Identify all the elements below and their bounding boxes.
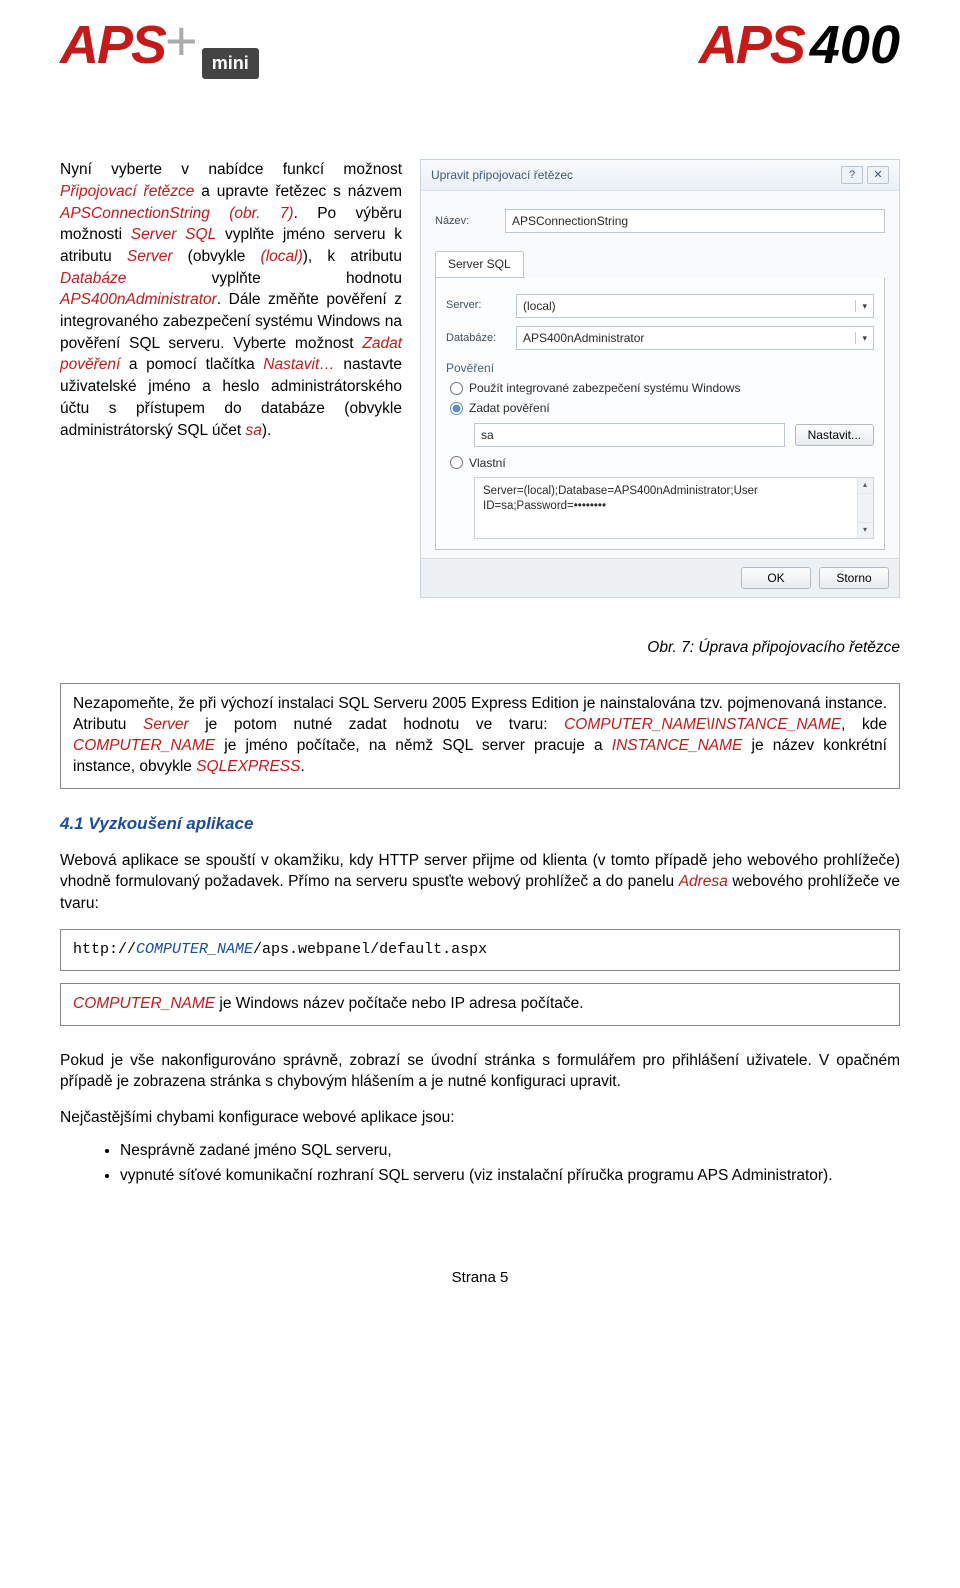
scroll-up-icon[interactable]: ▴ xyxy=(857,478,873,494)
url-code-box: http://COMPUTER_NAME/aps.webpanel/defaul… xyxy=(60,929,900,971)
radio-windows-auth-label: Použít integrované zabezpečení systému W… xyxy=(469,380,740,396)
url-suffix: /aps.webpanel/default.aspx xyxy=(253,941,487,958)
help-button[interactable]: ? xyxy=(841,166,863,184)
intro-paragraph: Nyní vyberte v nabídce funkcí možnost Př… xyxy=(60,159,402,441)
radio-windows-auth[interactable] xyxy=(450,382,463,395)
logo-mini-badge: mini xyxy=(202,48,259,79)
database-combo[interactable]: APS400nAdministrator ▾ xyxy=(516,326,874,350)
scroll-down-icon[interactable]: ▾ xyxy=(857,522,873,538)
logo-aps-400: APS 400 xyxy=(699,24,900,67)
database-value: APS400nAdministrator xyxy=(523,330,644,346)
page-number: Strana 5 xyxy=(60,1268,900,1288)
dialog-titlebar: Upravit připojovací řetězec ? ✕ xyxy=(421,160,899,191)
conn-line-1: Server=(local);Database=APS400nAdministr… xyxy=(483,485,758,497)
radio-set-credentials[interactable] xyxy=(450,402,463,415)
credentials-section-title: Pověření xyxy=(446,360,874,376)
figure-caption: Obr. 7: Úprava připojovacího řetězce xyxy=(60,638,900,659)
computer-name-note: COMPUTER_NAME je Windows název počítače … xyxy=(60,983,900,1026)
server-value: (local) xyxy=(523,298,556,314)
connection-string-dialog: Upravit připojovací řetězec ? ✕ Název: A… xyxy=(420,159,900,598)
server-combo[interactable]: (local) ▾ xyxy=(516,294,874,318)
section-4-1-heading: 4.1 Vyzkoušení aplikace xyxy=(60,813,900,836)
tab-server-sql[interactable]: Server SQL xyxy=(435,251,524,277)
username-input[interactable]: sa xyxy=(474,423,785,447)
logo-aps-text: APS xyxy=(60,24,165,67)
success-failure-paragraph: Pokud je vše nakonfigurováno správně, zo… xyxy=(60,1050,900,1093)
ok-button[interactable]: OK xyxy=(741,567,811,589)
error-list: Nesprávně zadané jméno SQL serveru, vypn… xyxy=(120,1139,900,1189)
logo-aps-mini: APS + mini xyxy=(60,24,259,79)
server-label: Server: xyxy=(446,298,508,313)
url-computer-name: COMPUTER_NAME xyxy=(136,941,253,958)
close-button[interactable]: ✕ xyxy=(867,166,889,184)
list-item: vypnuté síťové komunikační rozhraní SQL … xyxy=(120,1164,900,1189)
chevron-down-icon: ▾ xyxy=(855,332,867,344)
connection-string-textarea[interactable]: Server=(local);Database=APS400nAdministr… xyxy=(474,477,874,539)
logo-400-text: 400 xyxy=(810,24,900,67)
instance-note-box: Nezapomeňte, že při výchozí instalaci SQ… xyxy=(60,683,900,789)
database-label: Databáze: xyxy=(446,331,508,346)
name-input[interactable]: APSConnectionString xyxy=(505,209,885,233)
app-test-paragraph: Webová aplikace se spouští v okamžiku, k… xyxy=(60,850,900,915)
dialog-title-text: Upravit připojovací řetězec xyxy=(431,167,573,183)
page-header: APS + mini APS 400 xyxy=(60,0,900,159)
conn-line-2: ID=sa;Password=•••••••• xyxy=(483,500,606,512)
name-label: Název: xyxy=(435,214,497,229)
logo-aps-text-r: APS xyxy=(699,24,804,67)
radio-set-credentials-label: Zadat pověření xyxy=(469,400,550,416)
radio-custom[interactable] xyxy=(450,456,463,469)
list-item: Nesprávně zadané jméno SQL serveru, xyxy=(120,1139,900,1164)
radio-custom-label: Vlastní xyxy=(469,455,506,471)
common-errors-intro: Nejčastějšími chybami konfigurace webové… xyxy=(60,1107,900,1129)
chevron-down-icon: ▾ xyxy=(855,300,867,312)
set-credentials-button[interactable]: Nastavit... xyxy=(795,424,874,446)
plus-icon: + xyxy=(165,24,198,58)
scrollbar[interactable]: ▴ ▾ xyxy=(857,478,873,538)
url-prefix: http:// xyxy=(73,941,136,958)
cancel-button[interactable]: Storno xyxy=(819,567,889,589)
